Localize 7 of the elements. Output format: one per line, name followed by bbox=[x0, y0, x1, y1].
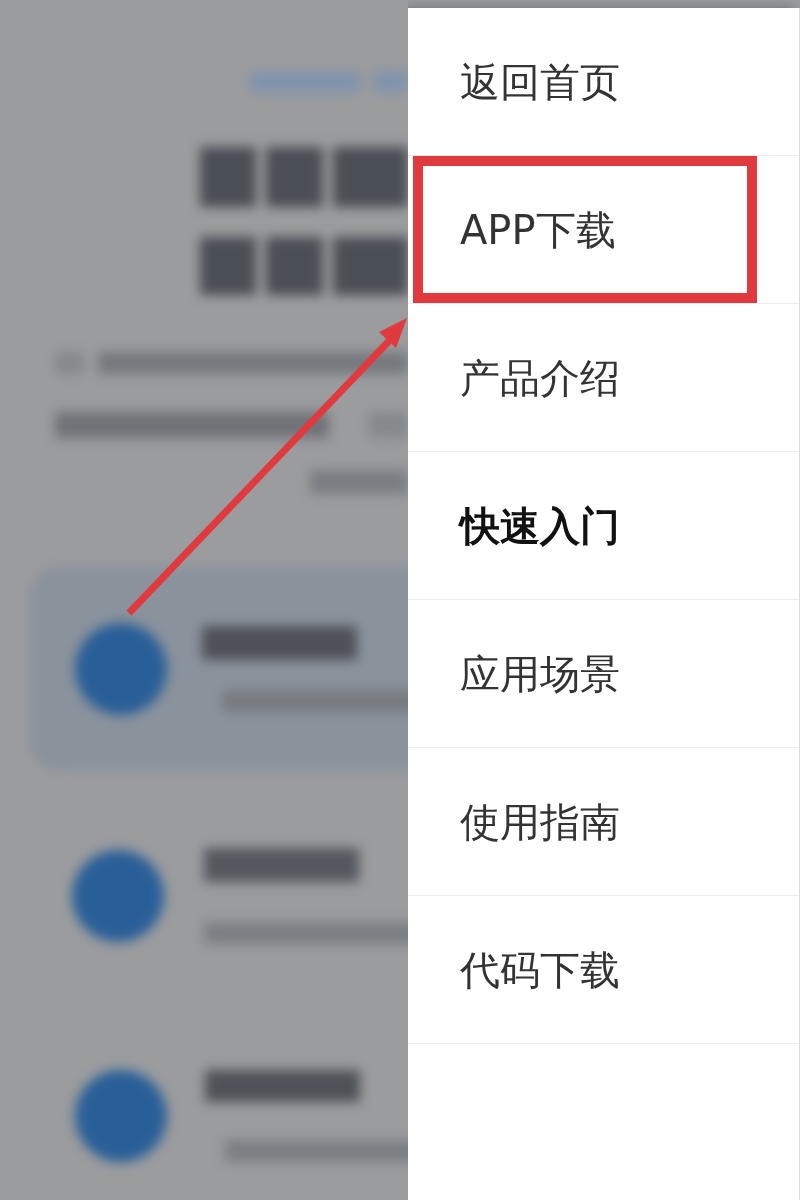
menu-item[interactable]: 代码下载 bbox=[408, 896, 799, 1043]
menu-item[interactable]: 应用场景 bbox=[408, 600, 799, 747]
menu-item[interactable]: APP下载 bbox=[408, 156, 799, 303]
menu-item[interactable]: 快速入门 bbox=[408, 452, 799, 599]
menu-item[interactable]: 产品介绍 bbox=[408, 304, 799, 451]
menu-item[interactable]: 使用指南 bbox=[408, 748, 799, 895]
menu-item[interactable]: 返回首页 bbox=[408, 8, 799, 155]
